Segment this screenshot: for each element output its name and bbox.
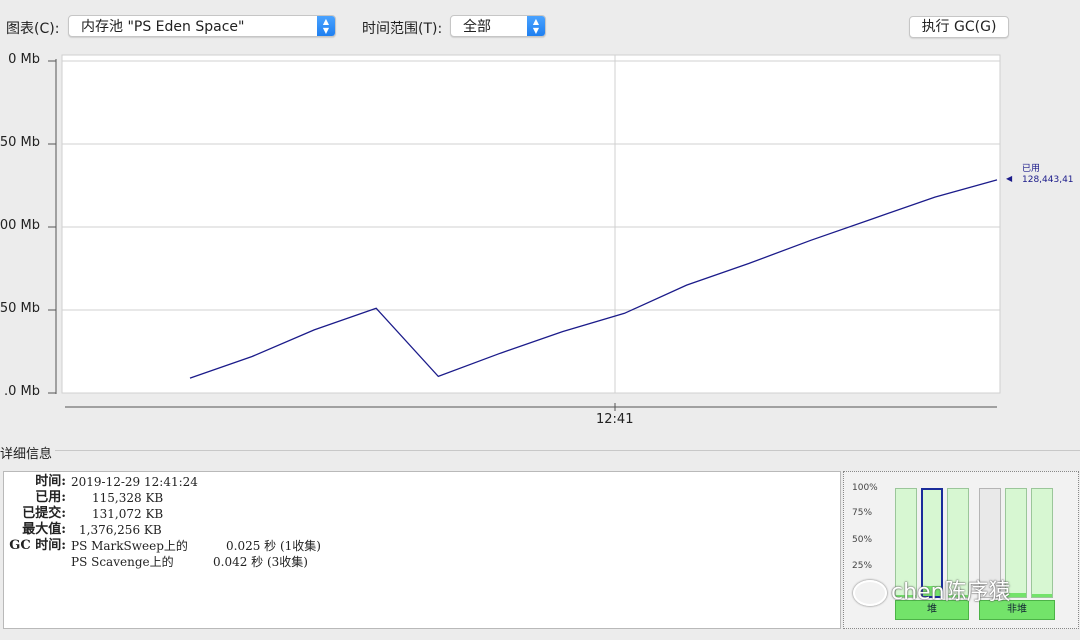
percent-label: 100%: [852, 483, 878, 493]
detail-value: 115,328 KB: [92, 491, 164, 505]
current-series-name: 已用: [1022, 164, 1041, 174]
gc-collector-name: PS Scavenge上的: [71, 555, 174, 569]
nonheap-pool-bar[interactable]: [1031, 488, 1053, 598]
detail-key: 最大值:: [22, 522, 66, 537]
gc-collector-value: 0.025 秒 (1收集): [226, 539, 321, 553]
details-divider: [55, 450, 1080, 451]
watermark-text: chen陈序猿: [891, 580, 1011, 605]
detail-value: 1,376,256 KB: [79, 523, 162, 537]
x-tick-label: 12:41: [596, 412, 634, 427]
percent-label: 50%: [852, 535, 873, 545]
detail-value: 2019-12-29 12:41:24: [71, 475, 198, 489]
details-panel: 时间: 2019-12-29 12:41:24 已用: 115,328 KB 已…: [3, 471, 841, 629]
bar-fill: [1032, 593, 1052, 597]
current-marker-icon: ◀: [1006, 174, 1013, 183]
details-title: 详细信息: [0, 447, 53, 462]
y-tick-label: 50 Mb: [0, 135, 40, 150]
y-tick-label: 50 Mb: [0, 301, 40, 316]
y-tick-label: 00 Mb: [0, 218, 40, 233]
gc-collector-name: PS MarkSweep上的: [71, 539, 188, 553]
watermark: chen陈序猿: [853, 574, 1011, 606]
detail-key: 已用:: [35, 490, 66, 505]
detail-key: 已提交:: [22, 506, 66, 521]
wechat-icon: [853, 580, 887, 606]
current-series-value: 128,443,41: [1022, 175, 1074, 185]
chart-plot: [48, 54, 1001, 411]
y-tick-label: .0 Mb: [3, 384, 40, 399]
y-tick-label: 0 Mb: [8, 52, 40, 67]
detail-value: 131,072 KB: [92, 507, 164, 521]
percent-label: 25%: [852, 561, 873, 571]
percent-label: 75%: [852, 508, 873, 518]
detail-key: 时间:: [35, 474, 66, 489]
detail-key: GC 时间:: [9, 538, 66, 553]
gc-collector-value: 0.042 秒 (3收集): [213, 555, 308, 569]
